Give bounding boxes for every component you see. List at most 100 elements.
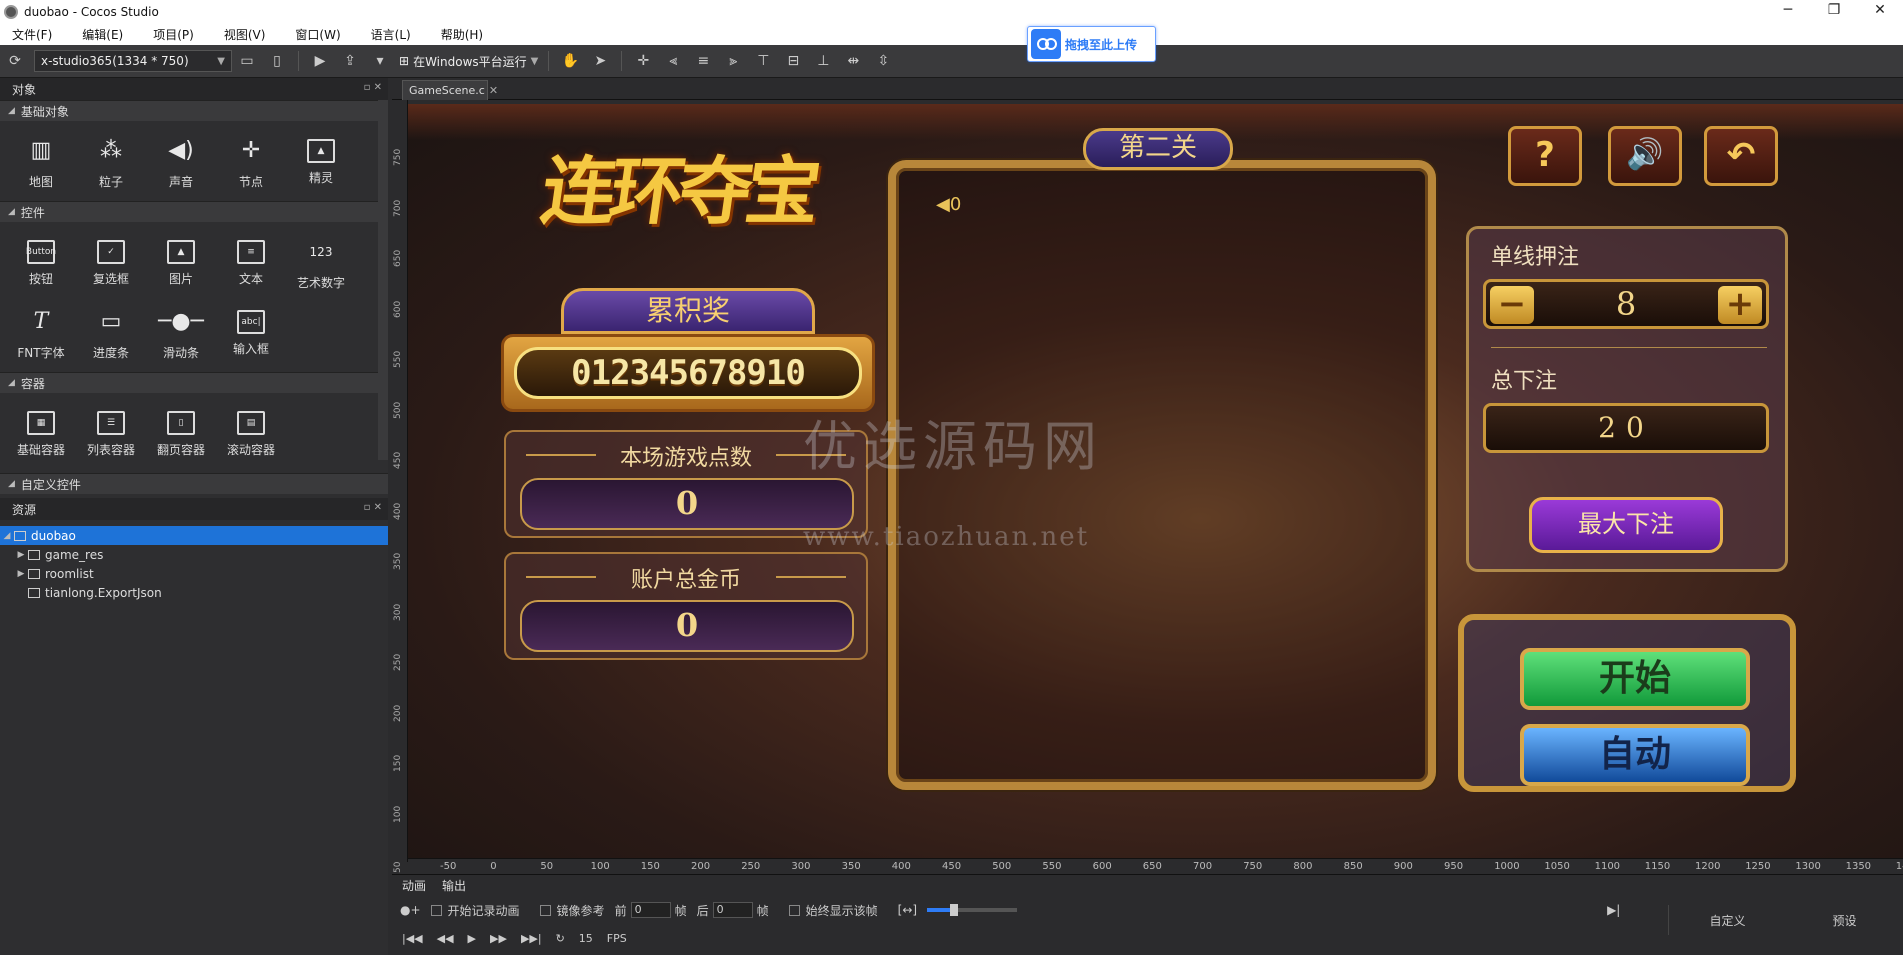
scene-canvas[interactable]: 连环夺宝 第二关 ◀0 ? 🔊 ↶ 累积奖 012345678910 本场游戏点… xyxy=(408,104,1903,858)
next-frame-icon[interactable]: ▶▶ xyxy=(490,932,507,945)
object-sprite[interactable]: ▲ 精灵 xyxy=(286,127,356,197)
distribute-vertical-icon[interactable]: ⇳ xyxy=(872,50,894,72)
widget-button[interactable]: Button 按钮 xyxy=(6,228,76,298)
object-map[interactable]: ▥ 地图 xyxy=(6,127,76,197)
first-frame-icon[interactable]: |◀◀ xyxy=(402,932,423,945)
distribute-horizontal-icon[interactable]: ⇹ xyxy=(842,50,864,72)
publish-dropdown-icon[interactable]: ▾ xyxy=(369,50,391,72)
tree-item-duobao[interactable]: ◢ duobao xyxy=(0,526,388,545)
align-top-icon[interactable]: ⊤ xyxy=(752,50,774,72)
timeline-zoom-slider[interactable] xyxy=(927,904,1018,916)
ruler-tick-label: 1350 xyxy=(1845,861,1872,872)
plus-button[interactable]: + xyxy=(1718,286,1762,324)
container-scroll[interactable]: ▤ 滚动容器 xyxy=(216,399,286,469)
input-box-icon: abc| xyxy=(237,309,265,334)
fit-icon[interactable]: [↔] xyxy=(898,903,917,917)
section-basic-objects[interactable]: ◢ 基础对象 xyxy=(0,100,388,121)
menu-language[interactable]: 语言(L) xyxy=(371,26,411,43)
refresh-icon[interactable]: ⟳ xyxy=(4,50,26,72)
auto-button[interactable]: 自动 xyxy=(1520,724,1750,786)
upload-drop-button[interactable]: 拖拽至此上传 xyxy=(1027,26,1156,62)
object-sound[interactable]: ◀) 声音 xyxy=(146,127,216,197)
container-basic[interactable]: ▦ 基础容器 xyxy=(6,399,76,469)
back-button[interactable]: ↶ xyxy=(1704,126,1778,186)
publish-icon[interactable]: ⇪ xyxy=(339,50,361,72)
fps-value[interactable]: 15 xyxy=(579,932,593,945)
close-button[interactable]: ✕ xyxy=(1857,0,1903,23)
anchor-icon[interactable]: ✛ xyxy=(632,50,654,72)
portrait-icon[interactable]: ▯ xyxy=(266,50,288,72)
always-show-checkbox[interactable] xyxy=(788,904,800,916)
widget-art-number[interactable]: 123 艺术数字 xyxy=(286,228,356,298)
play-icon[interactable]: ▶ xyxy=(309,50,331,72)
widget-checkbox[interactable]: ✓ 复选框 xyxy=(76,228,146,298)
widget-input-box[interactable]: abc| 输入框 xyxy=(216,298,286,368)
landscape-icon[interactable]: ▭ xyxy=(236,50,258,72)
align-right-icon[interactable]: ⫸ xyxy=(722,50,744,72)
loop-icon[interactable]: ↻ xyxy=(556,932,565,945)
minus-button[interactable]: − xyxy=(1490,286,1534,324)
container-list[interactable]: ☰ 列表容器 xyxy=(76,399,146,469)
widget-slider[interactable]: ─●─ 滑动条 xyxy=(146,298,216,368)
start-button[interactable]: 开始 xyxy=(1520,648,1750,710)
mirror-reference-checkbox[interactable] xyxy=(539,904,551,916)
max-bet-button[interactable]: 最大下注 xyxy=(1529,497,1723,553)
page-view-icon: ▯ xyxy=(167,410,195,435)
tree-item-game-res[interactable]: ▶ game_res xyxy=(0,545,388,564)
slider-knob[interactable] xyxy=(950,904,959,916)
tab-custom[interactable]: 自定义 xyxy=(1669,912,1786,929)
panel-close-icon[interactable]: ▫ ✕ xyxy=(364,502,382,513)
panel-close-icon[interactable]: ▫ ✕ xyxy=(364,82,382,93)
objects-scrollbar[interactable] xyxy=(378,100,388,460)
widget-image[interactable]: ▲ 图片 xyxy=(146,228,216,298)
menu-view[interactable]: 视图(V) xyxy=(224,26,266,43)
container-page[interactable]: ▯ 翻页容器 xyxy=(146,399,216,469)
run-platform-select[interactable]: ⊞ 在Windows平台运行 ▼ xyxy=(399,53,538,70)
section-custom-widgets[interactable]: ◢ 自定义控件 xyxy=(0,473,388,494)
add-keyframe-icon[interactable]: ●+ xyxy=(400,903,421,917)
sound-button[interactable]: 🔊 xyxy=(1608,126,1682,186)
tree-item-tianlong[interactable]: tianlong.ExportJson xyxy=(0,583,388,602)
expand-arrow-icon: ▶ xyxy=(17,549,25,560)
tab-output[interactable]: 输出 xyxy=(442,877,466,894)
hand-tool-icon[interactable]: ✋ xyxy=(559,50,581,72)
next-frames-input[interactable]: 0 xyxy=(712,902,753,918)
tab-animation[interactable]: 动画 xyxy=(402,877,426,894)
align-left-icon[interactable]: ⫷ xyxy=(662,50,684,72)
align-bottom-icon[interactable]: ⊥ xyxy=(812,50,834,72)
widget-fnt-font[interactable]: T FNT字体 xyxy=(6,298,76,368)
tab-preset[interactable]: 预设 xyxy=(1786,912,1903,929)
object-node[interactable]: ✛ 节点 xyxy=(216,127,286,197)
menu-window[interactable]: 窗口(W) xyxy=(295,26,340,43)
widget-progress-bar[interactable]: ▭ 进度条 xyxy=(76,298,146,368)
object-particle[interactable]: ⁂ 粒子 xyxy=(76,127,146,197)
tab-game-scene[interactable]: GameScene.c ✕ xyxy=(402,80,498,100)
ruler-tick-label: 0 xyxy=(490,861,497,872)
item-label: 列表容器 xyxy=(86,442,135,457)
tree-item-roomlist[interactable]: ▶ roomlist xyxy=(0,564,388,583)
minimize-button[interactable]: ─ xyxy=(1765,0,1811,23)
close-icon[interactable]: ✕ xyxy=(489,84,498,97)
menu-edit[interactable]: 编辑(E) xyxy=(82,26,123,43)
prev-frame-icon[interactable]: ◀◀ xyxy=(437,932,454,945)
menu-file[interactable]: 文件(F) xyxy=(12,26,52,43)
device-resolution-select[interactable]: x-studio365(1334 * 750) ▼ xyxy=(34,50,232,72)
help-button[interactable]: ? xyxy=(1508,126,1582,186)
editor-tabs: GameScene.c ✕ xyxy=(392,78,1903,100)
layout-icon: ▦ xyxy=(27,410,55,435)
goto-end-icon[interactable]: ▶| xyxy=(1607,903,1620,917)
section-widgets[interactable]: ◢ 控件 xyxy=(0,201,388,222)
menu-help[interactable]: 帮助(H) xyxy=(441,26,483,43)
menu-project[interactable]: 项目(P) xyxy=(153,26,194,43)
widget-text[interactable]: ≡ 文本 xyxy=(216,228,286,298)
select-tool-icon[interactable]: ➤ xyxy=(589,50,611,72)
align-center-icon[interactable]: ≡ xyxy=(692,50,714,72)
last-frame-icon[interactable]: ▶▶| xyxy=(521,932,542,945)
prev-frames-input[interactable]: 0 xyxy=(630,902,671,918)
restore-button[interactable]: ❐ xyxy=(1811,0,1857,23)
record-animation-checkbox[interactable] xyxy=(430,904,442,916)
section-containers[interactable]: ◢ 容器 xyxy=(0,372,388,393)
align-middle-icon[interactable]: ⊟ xyxy=(782,50,804,72)
ruler-tick-label: 1250 xyxy=(1745,861,1771,872)
play-icon[interactable]: ▶ xyxy=(468,932,476,945)
